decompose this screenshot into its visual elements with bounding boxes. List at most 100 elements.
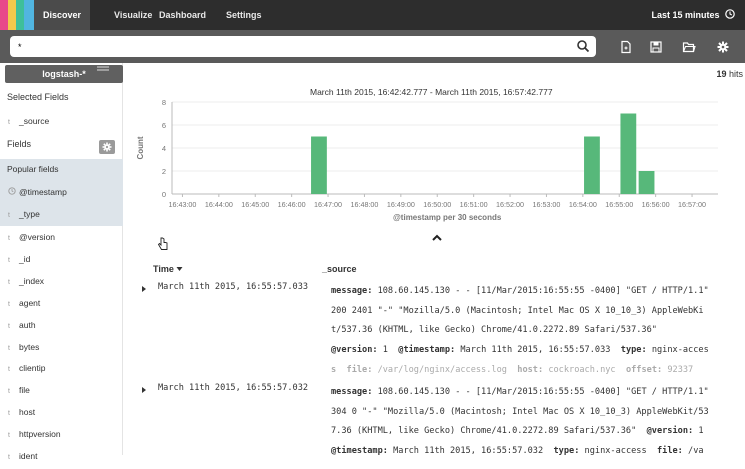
save-icon[interactable] [649, 40, 663, 54]
field-name: ident [19, 451, 38, 461]
source-line: @timestamp: March 11th 2015, 16:55:57.03… [331, 442, 745, 462]
field-name: clientip [19, 363, 46, 374]
column-header-time-label: Time [153, 264, 174, 274]
source-field-value: nginx-acces [646, 345, 709, 356]
column-header-time[interactable]: Time [153, 264, 183, 274]
top-navigation-bar: Discover Visualize Dashboard Settings Last … [0, 0, 745, 30]
source-field-value: t/537.36 (KHTML, like Gecko) Chrome/41.0… [331, 325, 657, 336]
y-tick-label: 0 [162, 190, 166, 199]
histogram-bar [584, 136, 600, 194]
fields-heading: Fields [7, 139, 32, 149]
source-line: s file: /var/log/nginx/access.log host: … [331, 361, 745, 381]
popular-fields-section: Popular fields @timestamp t _type [0, 159, 123, 226]
string-type-icon: t [8, 256, 10, 264]
new-document-icon[interactable] [619, 40, 633, 54]
field-item-version[interactable]: t @version [0, 226, 123, 248]
x-tick-label: 16:52:00 [496, 200, 524, 209]
string-type-icon: t [8, 278, 10, 286]
popular-fields-heading: Popular fields [7, 164, 59, 174]
logo-stripe [16, 0, 24, 30]
hit-count-label: hits [728, 69, 743, 79]
field-item-host[interactable]: t host [0, 401, 123, 423]
search-input[interactable] [18, 36, 558, 57]
source-field-value: cockroach.nyc [543, 364, 626, 375]
field-item-bytes[interactable]: t bytes [0, 336, 123, 358]
field-name: _source [19, 116, 50, 126]
source-field-key: s file: [331, 364, 373, 375]
x-tick-label: 16:57:00 [678, 200, 706, 209]
search-icon[interactable] [576, 39, 590, 53]
source-field-value: /var/log/nginx/access.log [372, 364, 518, 375]
field-item-httpversion[interactable]: t httpversion [0, 423, 123, 445]
logo-stripe [24, 0, 34, 30]
source-line: 200 2401 "-" "Mozilla/5.0 (Macintosh; In… [331, 302, 745, 322]
string-type-icon: t [8, 344, 10, 352]
source-line: message: 108.60.145.130 - - [11/Mar/2015… [331, 383, 745, 403]
field-name: _index [19, 275, 45, 286]
nav-tab-settings[interactable]: Settings [217, 0, 271, 30]
logo-stripe [8, 0, 16, 30]
field-name: @timestamp [19, 187, 67, 197]
sort-caret-down-icon[interactable] [176, 266, 183, 272]
source-line: 7.36 (KHTML, like Gecko) Chrome/41.0.227… [331, 422, 745, 442]
field-name: httpversion [19, 429, 61, 440]
field-item-index[interactable]: t _index [0, 270, 123, 292]
nav-tab-discover[interactable]: Discover [34, 0, 91, 30]
gear-icon[interactable] [716, 40, 730, 54]
source-field-value: 200 2401 "-" "Mozilla/5.0 (Macintosh; In… [331, 305, 704, 316]
expand-caret-icon[interactable] [141, 285, 147, 293]
field-item-timestamp[interactable]: @timestamp [0, 181, 123, 203]
string-type-icon: t [8, 212, 10, 219]
field-item-type[interactable]: t _type [0, 203, 123, 225]
field-name: bytes [19, 341, 40, 352]
source-line: t/537.36 (KHTML, like Gecko) Chrome/41.0… [331, 321, 745, 341]
field-settings-button[interactable] [99, 140, 115, 154]
field-item-id[interactable]: t _id [0, 248, 123, 270]
field-item-source[interactable]: t _source [0, 110, 123, 132]
string-type-icon: t [8, 454, 10, 461]
field-sidebar: logstash-* Selected Fields t _source Fiel… [0, 63, 123, 461]
open-folder-icon[interactable] [682, 40, 696, 54]
search-bar [0, 30, 745, 63]
field-item-auth[interactable]: t auth [0, 314, 123, 336]
time-picker[interactable]: Last 15 minutes [641, 0, 745, 30]
search-box [10, 36, 596, 57]
source-field-key: @version: [646, 426, 694, 437]
string-type-icon: t [8, 235, 10, 242]
histogram-chart: 0 2 4 6 8 Count 16:43:00 16:44:00 16:45:00 16:46:… [136, 98, 718, 209]
string-type-icon: t [8, 119, 10, 126]
hit-count: 19 hits [716, 69, 743, 79]
field-name: host [19, 407, 36, 418]
source-field-value: 108.60.145.130 - - [11/Mar/2015:16:55:55… [372, 286, 709, 296]
field-item-agent[interactable]: t agent [0, 292, 123, 314]
field-name: auth [19, 319, 36, 330]
x-tick-label: 16:45:00 [241, 200, 269, 209]
nav-tab-dashboard[interactable]: Dashboard [150, 0, 215, 30]
column-header-source[interactable]: _source [322, 264, 357, 274]
source-field-key: type: [620, 345, 647, 356]
time-picker-label: Last 15 minutes [651, 10, 720, 20]
field-item-clientip[interactable]: t clientip [0, 357, 123, 379]
menu-icon[interactable] [97, 66, 109, 74]
gear-icon [102, 142, 112, 152]
field-item-file[interactable]: t file [0, 379, 123, 401]
string-type-icon: t [8, 388, 10, 396]
source-field-value: 1 [693, 426, 704, 437]
source-field-key: message: [331, 286, 373, 296]
source-field-value: 1 [377, 345, 399, 356]
chevron-up-icon[interactable] [431, 233, 443, 243]
x-tick-label: 16:46:00 [278, 200, 306, 209]
row-source: message: 108.60.145.130 - - [11/Mar/2015… [331, 383, 745, 462]
source-line: message: 108.60.145.130 - - [11/Mar/2015… [331, 282, 745, 302]
source-field-value: 108.60.145.130 - - [11/Mar/2015:16:55:55… [372, 387, 709, 397]
field-name: agent [19, 297, 41, 308]
source-field-value: March 11th 2015, 16:55:57.033 [455, 345, 621, 356]
field-name: _id [19, 253, 31, 264]
expand-caret-icon[interactable] [141, 386, 147, 394]
logo-stripe [0, 0, 8, 30]
field-item-ident[interactable]: t ident [0, 445, 123, 467]
row-source: message: 108.60.145.130 - - [11/Mar/2015… [331, 282, 745, 381]
x-tick-label: 16:56:00 [642, 200, 670, 209]
kibana-logo[interactable] [0, 0, 34, 30]
histogram-bar [620, 113, 637, 194]
